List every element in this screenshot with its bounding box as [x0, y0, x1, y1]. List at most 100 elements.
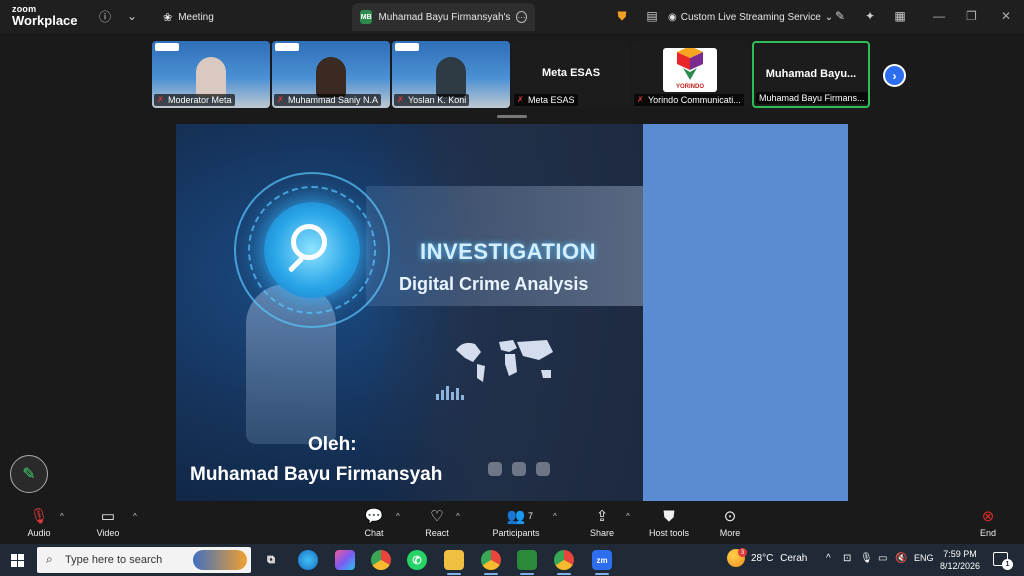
input-language[interactable]: ENG: [914, 553, 934, 563]
slide-bar-graphic: [436, 386, 464, 400]
participant-name: ✗ Yoslan K. Koni: [394, 94, 470, 106]
minimize-icon[interactable]: —: [933, 9, 945, 23]
live-streaming-menu[interactable]: ◉ Custom Live Streaming Service ⌄: [668, 3, 833, 31]
chrome-icon[interactable]: [481, 550, 501, 570]
apps-grid-icon[interactable]: ▦: [892, 8, 908, 24]
notes-icon[interactable]: ▤: [644, 8, 660, 24]
participant-tile[interactable]: ✗ Yoslan K. Koni: [392, 41, 510, 108]
end-label: End: [979, 528, 996, 538]
close-icon[interactable]: ✕: [1001, 9, 1011, 23]
more-options-icon[interactable]: ···: [516, 11, 527, 23]
title-bar: zoom Workplace ⓘ ⌄ ❀ Meeting MB Muhamad …: [0, 0, 1024, 33]
mic-muted-icon: ✗: [517, 95, 524, 104]
copilot-icon[interactable]: [335, 550, 355, 570]
clock-date: 8/12/2026: [939, 561, 981, 571]
react-button[interactable]: ♡ React: [402, 507, 472, 538]
weather-widget[interactable]: 28°C Cerah: [751, 553, 807, 564]
info-icon[interactable]: ⓘ: [97, 8, 113, 24]
tab-meeting-label: Meeting: [178, 11, 214, 23]
more-label: More: [719, 528, 741, 538]
file-explorer-icon[interactable]: [444, 550, 464, 570]
audio-label: Audio: [27, 528, 51, 538]
sparkle-icon[interactable]: ✦: [862, 8, 878, 24]
more-button[interactable]: ⊙ More: [695, 507, 765, 538]
meet-now-icon[interactable]: ⊡: [843, 553, 851, 564]
tab-screen-share[interactable]: MB Muhamad Bayu Firmansyah's scr ···: [352, 3, 535, 31]
running-indicator: [484, 573, 498, 575]
participant-tile[interactable]: Meta ESAS ✗ Meta ESAS: [512, 41, 630, 108]
volume-muted-icon[interactable]: 🔇: [895, 553, 907, 564]
running-indicator: [557, 573, 571, 575]
shield-icon: ⛊: [663, 508, 675, 525]
participant-display-name: Muhamad Bayu...: [765, 68, 857, 80]
host-tools-button[interactable]: ⛊ Host tools: [634, 507, 704, 538]
tab-meeting[interactable]: ❀ Meeting: [163, 3, 214, 31]
participant-video: [196, 57, 226, 97]
taskbar-clock[interactable]: 7:59 PM 8/12/2026: [936, 548, 984, 572]
zoom-workplace-logo: zoom Workplace: [12, 5, 78, 28]
whatsapp-icon[interactable]: ✆: [407, 550, 427, 570]
spreadsheet-app-icon[interactable]: [517, 550, 537, 570]
brand-line-2: Workplace: [12, 13, 78, 28]
participant-tile[interactable]: YORINDO ✗ Yorindo Communicati...: [632, 41, 750, 108]
chevron-down-icon[interactable]: ⌄: [124, 8, 140, 24]
chrome-icon[interactable]: [554, 550, 574, 570]
task-view-icon[interactable]: ⧉: [261, 550, 281, 570]
search-placeholder: Type here to search: [65, 554, 163, 566]
chrome-icon[interactable]: [371, 550, 391, 570]
windows-start-icon[interactable]: [11, 554, 24, 567]
search-icon: ⌕: [46, 552, 53, 566]
weather-description: Cerah: [780, 553, 808, 564]
taskbar-search-box[interactable]: ⌕ Type here to search: [37, 547, 251, 573]
weather-temp: 28°C: [751, 553, 774, 564]
zoom-app-icon[interactable]: zm: [592, 550, 612, 570]
tray-chevron-up-icon[interactable]: ^: [826, 553, 831, 564]
network-icon[interactable]: ▭: [878, 553, 887, 564]
maximize-icon[interactable]: ❐: [966, 9, 977, 23]
running-indicator: [595, 573, 609, 575]
chevron-right-icon: ›: [892, 68, 897, 83]
participant-tile-active-speaker[interactable]: Muhamad Bayu... Muhamad Bayu Firmans...: [752, 41, 870, 108]
shield-icon[interactable]: ⛊: [614, 8, 630, 24]
heart-icon: ♡: [430, 508, 444, 525]
audio-options-caret[interactable]: ^: [60, 512, 64, 521]
end-icon: ⊗: [981, 508, 995, 525]
participant-video: [316, 57, 346, 97]
participant-name: ✗ Meta ESAS: [514, 94, 578, 106]
pen-icon[interactable]: ✎: [832, 8, 848, 24]
world-map-graphic: [456, 340, 553, 382]
mic-muted-icon: ✗: [157, 95, 164, 104]
slide-author: Muhamad Bayu Firmansyah: [190, 464, 443, 485]
tab-screen-share-label: Muhamad Bayu Firmansyah's scr: [378, 11, 511, 23]
react-label: React: [425, 528, 449, 538]
strip-resize-handle[interactable]: [497, 115, 527, 118]
chat-label: Chat: [364, 528, 384, 538]
video-options-caret[interactable]: ^: [133, 512, 137, 521]
microphone-icon[interactable]: 🎙: [860, 553, 873, 564]
pencil-icon: ✎: [22, 466, 36, 483]
slide-title: INVESTIGATION: [420, 239, 596, 264]
participant-strip: ✗ Moderator Meta ✗ Muhammad Saniy N.A ✗ Yos…: [0, 33, 1024, 115]
slide-subtitle: Digital Crime Analysis: [399, 274, 589, 294]
participant-name: ✗ Moderator Meta: [154, 94, 235, 106]
mic-muted-icon: ✗: [277, 95, 284, 104]
broadcast-icon: ◉: [668, 11, 677, 23]
search-highlight-art: [193, 550, 247, 570]
react-options-caret[interactable]: ^: [456, 512, 460, 521]
live-streaming-label: Custom Live Streaming Service: [680, 11, 821, 23]
participants-button[interactable]: 👥 Participants: [481, 507, 551, 538]
chat-options-caret[interactable]: ^: [396, 512, 400, 521]
end-meeting-button[interactable]: ⊗ End: [953, 507, 1023, 538]
annotate-pen-button[interactable]: ✎: [10, 455, 48, 493]
slide-decor-dots: [488, 462, 550, 476]
participants-options-caret[interactable]: ^: [553, 512, 557, 521]
next-page-button[interactable]: ›: [883, 64, 906, 87]
participant-display-name: Meta ESAS: [541, 67, 601, 79]
meeting-toolbar: 🎙 Audio ^ ▭ Video ^ 💬 Chat ^ ♡ React ^ 👥…: [0, 501, 1024, 544]
paw-icon: ❀: [163, 11, 173, 24]
edge-icon[interactable]: [298, 550, 318, 570]
participant-tile[interactable]: ✗ Muhammad Saniy N.A: [272, 41, 390, 108]
participant-tile[interactable]: ✗ Moderator Meta: [152, 41, 270, 108]
mic-muted-icon: ✗: [637, 95, 644, 104]
share-options-caret[interactable]: ^: [626, 512, 630, 521]
